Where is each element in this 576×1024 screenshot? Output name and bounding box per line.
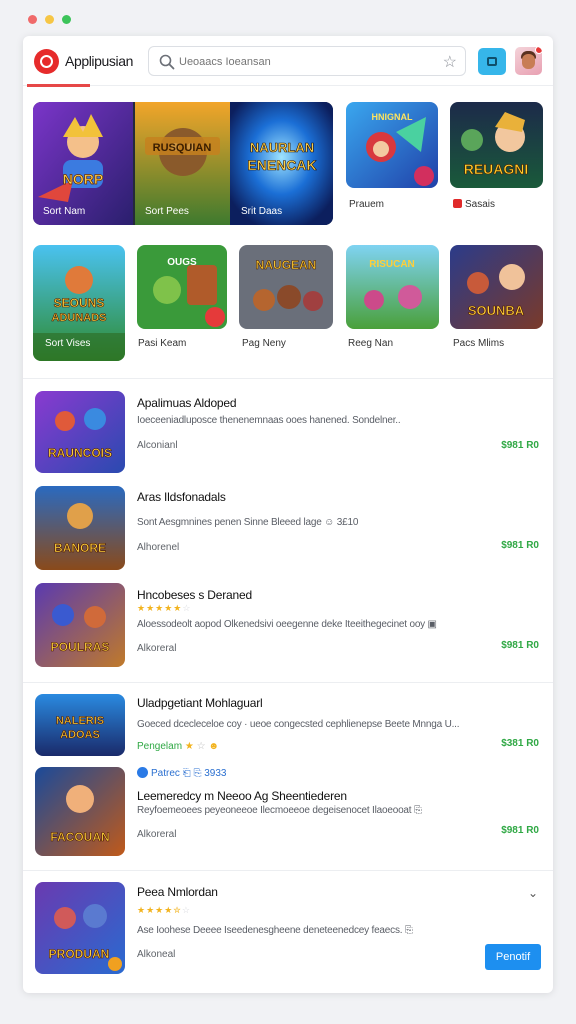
list-desc: Ioeceeniadluposce thenenemnaas ooes hane… — [137, 415, 401, 426]
featured-label-1: Sort Nam — [43, 206, 86, 217]
window-controls — [28, 15, 71, 24]
svg-text:OUGS: OUGS — [167, 257, 197, 268]
tile-label-10: Pacs Mlims — [453, 338, 505, 349]
game-art-8[interactable]: NAUGEAN — [239, 245, 333, 329]
check-icon — [137, 767, 148, 778]
list-sub: Alkoreral — [137, 829, 177, 840]
svg-text:ENENCAK: ENENCAK — [247, 157, 316, 173]
list-sub: Alhorenel — [137, 542, 180, 553]
price[interactable]: $381 R0 — [501, 738, 539, 749]
svg-text:NORP: NORP — [63, 171, 103, 187]
list-desc: Aloessodeolt aopod Olkenedsivi oeegenne … — [137, 619, 437, 630]
list-art-2[interactable]: BANORE — [35, 486, 125, 570]
list-desc: Sont Aesgmnines penen Sinne Bleeed lage … — [137, 517, 359, 528]
svg-text:NAUGEAN: NAUGEAN — [256, 258, 317, 272]
search-box[interactable]: ☆ — [148, 46, 466, 76]
list-title[interactable]: Aras Ildsfonadals — [137, 490, 226, 504]
rating-stars: ★★★★✮☆ — [137, 905, 191, 915]
list-art-5[interactable]: FACOUAN — [35, 767, 125, 856]
header: Applipusian ☆ — [23, 36, 553, 87]
list-desc: Reyfoemeoees peyeoneeoe Ilecmoeeoe degei… — [137, 805, 422, 816]
price[interactable]: $981 R0 — [501, 825, 539, 836]
active-tab-indicator — [27, 84, 90, 87]
price[interactable]: $981 R0 — [501, 640, 539, 651]
svg-text:PRODUAN: PRODUAN — [49, 947, 110, 961]
svg-text:RAUNCOIS: RAUNCOIS — [48, 446, 112, 460]
chevron-down-icon[interactable]: ⌄ — [528, 886, 538, 900]
svg-text:NALERIS: NALERIS — [56, 715, 104, 727]
list-title[interactable]: Peea Nmlordan — [137, 885, 218, 899]
list-sub: Alconianl — [137, 440, 178, 451]
price[interactable]: $981 R0 — [501, 540, 539, 551]
rating-stars: ★★★★★☆ — [137, 603, 192, 613]
search-input[interactable] — [179, 52, 429, 71]
tile-label-9: Reeg Nan — [348, 338, 394, 349]
svg-text:ADOAS: ADOAS — [60, 729, 100, 741]
svg-text:NAURLAN: NAURLAN — [250, 140, 314, 155]
game-art-5[interactable]: REUAGNI — [450, 102, 543, 188]
tile-label-8: Pag Neny — [242, 338, 286, 349]
play-badge-icon — [453, 199, 462, 208]
list-art-4[interactable]: NALERIS ADOAS — [35, 694, 125, 756]
tile-label-6: Sort Vises — [45, 338, 91, 349]
list-title[interactable]: Leemeredcy m Neeoo Ag Sheentiederen — [137, 789, 347, 803]
list-sub: Pengelam ★ ☆ ☻ — [137, 741, 219, 752]
list-art-3[interactable]: POULRAS — [35, 583, 125, 667]
list-sub: Alkoreral — [137, 643, 177, 654]
app-logo-icon[interactable] — [34, 49, 59, 74]
svg-text:FACOUAN: FACOUAN — [50, 830, 109, 844]
list-art-1[interactable]: RAUNCOIS — [35, 391, 125, 473]
close-dot[interactable] — [28, 15, 37, 24]
verified-tag: Patrec ⎗ ⎘ 3933 — [137, 767, 226, 779]
game-art-9[interactable]: RISUCAN — [346, 245, 439, 329]
price[interactable]: $981 R0 — [501, 440, 539, 451]
window-icon[interactable] — [478, 48, 506, 75]
maximize-dot[interactable] — [62, 15, 71, 24]
game-art-4[interactable]: HNIGNAL — [346, 102, 438, 188]
minimize-dot[interactable] — [45, 15, 54, 24]
divider — [23, 870, 553, 871]
list-title[interactable]: Hncobeses s Deraned — [137, 588, 252, 602]
notification-badge — [535, 47, 542, 54]
list-title[interactable]: Uladpgetiant Mohlaguarl — [137, 696, 263, 710]
divider — [23, 378, 553, 379]
svg-text:POULRAS: POULRAS — [51, 640, 110, 654]
game-art-7[interactable]: OUGS — [137, 245, 227, 329]
featured-carousel[interactable]: NORP RUSQUIAN NAURLAN ENENCAK Sort Nam So… — [33, 102, 333, 225]
svg-text:REUAGNI: REUAGNI — [464, 161, 529, 177]
list-desc: Goeced dcecleceloe coy · ueoe congecsted… — [137, 719, 460, 730]
featured-label-2: Sort Pees — [145, 206, 189, 217]
svg-text:BANORE: BANORE — [54, 541, 106, 555]
divider — [23, 682, 553, 683]
svg-text:RUSQUIAN: RUSQUIAN — [153, 142, 212, 154]
app-window: Applipusian ☆ NORP RUSQUIAN NAURLAN ENENC… — [23, 36, 553, 993]
list-art-6[interactable]: PRODUAN — [35, 882, 125, 974]
tile-label-prauem: Prauem — [349, 199, 385, 210]
app-name: Applipusian — [65, 53, 133, 69]
star-outline-icon[interactable]: ☆ — [443, 52, 457, 72]
list-desc: Ase Ioohese Deeee Iseedenesgheene denete… — [137, 925, 413, 936]
tile-label-7: Pasi Keam — [138, 338, 187, 349]
list-sub: Alkoneal — [137, 949, 176, 960]
avatar[interactable] — [515, 47, 542, 75]
svg-text:ADUNADS: ADUNADS — [52, 312, 107, 324]
svg-text:SEOUNS: SEOUNS — [54, 296, 105, 310]
action-button[interactable]: Penotif — [485, 944, 541, 970]
list-title[interactable]: Apalimuas Aldoped — [137, 396, 237, 410]
featured-label-3: Srit Daas — [241, 206, 283, 217]
tile-label-sasais: Sasais — [453, 199, 495, 210]
svg-text:SOUNBA: SOUNBA — [468, 303, 525, 318]
svg-text:RISUCAN: RISUCAN — [369, 259, 415, 270]
magnifier-icon — [159, 54, 175, 70]
game-art-10[interactable]: SOUNBA — [450, 245, 543, 329]
svg-text:HNIGNAL: HNIGNAL — [372, 112, 413, 122]
